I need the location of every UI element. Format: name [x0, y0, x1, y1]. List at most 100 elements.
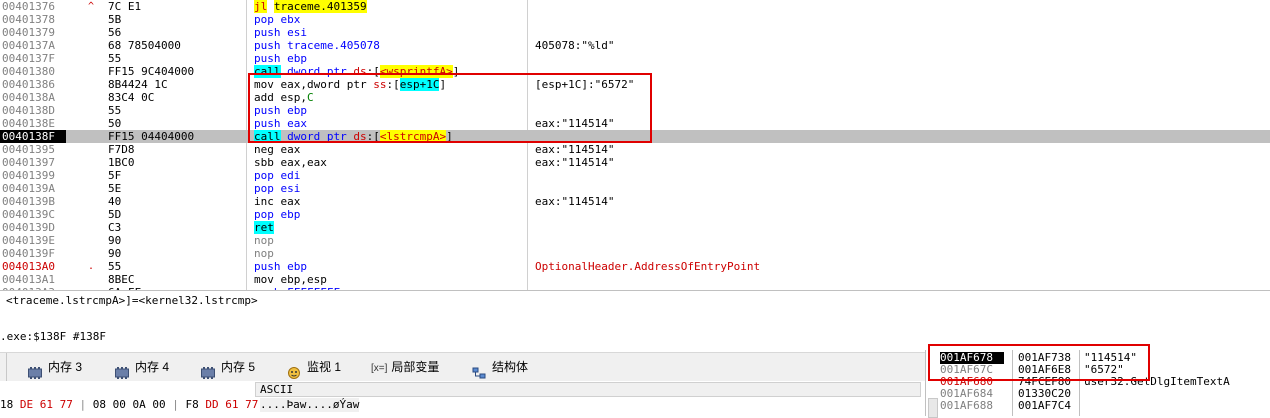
instruction-token: :[: [386, 78, 400, 91]
instruction-token: pop esi: [254, 182, 301, 195]
instruction-token: ds: [353, 65, 367, 78]
instruction-token: ss: [373, 78, 387, 91]
disasm-bytes: 55: [108, 52, 122, 65]
hex-byte: 61: [39, 398, 53, 411]
disasm-instruction: pop edi: [254, 169, 300, 182]
disasm-row[interactable]: 004013A0. 55 push ebp OptionalHeader.Addres…: [0, 260, 1270, 273]
disasm-row[interactable]: 0040139B 40 inc eax eax:"114514": [0, 195, 1270, 208]
disasm-row[interactable]: 0040139C 5D pop ebp: [0, 208, 1270, 221]
memory-icon: [115, 361, 129, 379]
stack-scrollbar[interactable]: [928, 398, 938, 418]
disasm-row[interactable]: 00401397 1BC0 sbb eax,eax eax:"114514": [0, 156, 1270, 169]
disasm-row[interactable]: 00401379 56 push esi: [0, 26, 1270, 39]
disasm-instruction: ret: [254, 221, 274, 234]
disasm-instruction: push ebp: [254, 104, 307, 117]
disasm-row[interactable]: 0040139F 90 nop: [0, 247, 1270, 260]
hex-byte: 00: [112, 398, 126, 411]
disasm-row[interactable]: 0040138D 55 push ebp: [0, 104, 1270, 117]
tab-memory-4[interactable]: 内存 4: [115, 353, 169, 381]
stack-comment: user32.GetDlgItemTextA: [1084, 375, 1230, 388]
disasm-row[interactable]: 0040139A 5E pop esi: [0, 182, 1270, 195]
disasm-row[interactable]: 0040137F 55 push ebp: [0, 52, 1270, 65]
disasm-row[interactable]: 0040139E 90 nop: [0, 234, 1270, 247]
disasm-address: 00401378: [2, 13, 55, 26]
tab-locals[interactable]: [x=] 局部变量: [371, 353, 439, 381]
disasm-instruction: sbb eax,eax: [254, 156, 327, 169]
disasm-row[interactable]: 0040138E 50 push eax eax:"114514": [0, 117, 1270, 130]
disasm-row[interactable]: 0040138A 83C4 0C add esp,C: [0, 91, 1270, 104]
tab-memory-5[interactable]: 内存 5: [201, 353, 255, 381]
disasm-address: 0040137A: [2, 39, 55, 52]
disasm-instruction: push ebp: [254, 52, 307, 65]
disasm-bytes: 90: [108, 234, 122, 247]
hex-byte: 0A: [132, 398, 146, 411]
disasm-instruction: push esi: [254, 26, 307, 39]
disasm-bytes: 8BEC: [108, 273, 135, 286]
instruction-token: dword ptr: [280, 65, 354, 78]
disasm-address: 00401379: [2, 26, 55, 39]
disasm-row[interactable]: 0040138F FF15 04404000 call dword ptr ds:[…: [0, 130, 1270, 143]
locals-icon: [x=]: [371, 363, 388, 374]
disasm-row[interactable]: 00401376 ^ 7C E1 jl traceme.401359: [0, 0, 1270, 13]
disasm-row[interactable]: 0040139D C3 ret: [0, 221, 1270, 234]
disasm-bytes: 5B: [108, 13, 122, 26]
disasm-address: 0040139E: [2, 234, 55, 247]
stack-row[interactable]: 001AF688 001AF7C4: [926, 400, 1270, 412]
disasm-row[interactable]: 00401378 5B pop ebx: [0, 13, 1270, 26]
disasm-comment: eax:"114514": [535, 143, 615, 156]
instruction-token: nop: [254, 247, 274, 260]
hex-separator: [106, 398, 113, 411]
disasm-address: 0040139C: [2, 208, 55, 221]
hex-separator: |: [165, 398, 186, 411]
memory-dump-pane[interactable]: ASCII 18 DE 61 77 | 08 00 0A 00 | F8 DD …: [0, 381, 925, 416]
ascii-column-header: ASCII: [255, 382, 921, 397]
instruction-token: nop: [254, 234, 274, 247]
disasm-row[interactable]: 0040137A 68 78504000 push traceme.405078 40…: [0, 39, 1270, 52]
dump-hex-row[interactable]: 18 DE 61 77 | 08 00 0A 00 | F8 DD 61 77: [0, 398, 258, 412]
instruction-token: push ebp: [254, 52, 307, 65]
stack-value: 001AF7C4: [1018, 399, 1071, 412]
disasm-row[interactable]: 00401395 F7D8 neg eax eax:"114514": [0, 143, 1270, 156]
disasm-address: 00401399: [2, 169, 55, 182]
disasm-bytes: FF15 9C404000: [108, 65, 195, 78]
hex-byte: 77: [59, 398, 73, 411]
hex-byte: F8: [185, 398, 199, 411]
jump-arrow-icon: ^: [88, 1, 95, 12]
instruction-token: :[: [366, 130, 380, 143]
column-separator: [1079, 350, 1080, 416]
hex-byte: DD: [205, 398, 219, 411]
tab-struct[interactable]: 结构体: [472, 353, 528, 381]
hex-separator: |: [72, 398, 93, 411]
disasm-comment: eax:"114514": [535, 156, 615, 169]
hex-separator: [126, 398, 133, 411]
disasm-row[interactable]: 004013A1 8BEC mov ebp,esp: [0, 273, 1270, 286]
disasm-row[interactable]: 00401380 FF15 9C404000 call dword ptr ds:[…: [0, 65, 1270, 78]
instruction-token: traceme.401359: [273, 0, 367, 13]
tab-watch-1[interactable]: 监视 1: [287, 353, 341, 381]
disasm-row[interactable]: 00401386 8B4424 1C mov eax,dword ptr ss:[e…: [0, 78, 1270, 91]
disasm-bytes: 5D: [108, 208, 122, 221]
hex-byte: 77: [245, 398, 259, 411]
disasm-address: 004013A1: [2, 273, 55, 286]
tab-memory-3[interactable]: 内存 3: [28, 353, 82, 381]
tab-label: 结构体: [492, 360, 529, 374]
disassembly-pane[interactable]: 00401376 ^ 7C E1 jl traceme.401359 00401378 5…: [0, 0, 1270, 290]
disasm-row[interactable]: 00401399 5F pop edi: [0, 169, 1270, 182]
disasm-bytes: 7C E1: [108, 0, 142, 13]
disasm-bytes: F7D8: [108, 143, 135, 156]
stack-pane[interactable]: 001AF678 001AF738 "114514" 001AF67C 001AF6E8…: [925, 350, 1270, 418]
instruction-token: ]: [446, 130, 453, 143]
disasm-instruction: pop ebp: [254, 208, 300, 221]
instruction-token: pop ebx: [254, 13, 301, 26]
disasm-instruction: nop: [254, 247, 274, 260]
disasm-instruction: push traceme.405078: [254, 39, 380, 52]
instruction-token: add esp,: [254, 91, 307, 104]
disasm-address: 00401395: [2, 143, 55, 156]
disasm-instruction: nop: [254, 234, 274, 247]
disasm-bytes: FF15 04404000: [108, 130, 195, 143]
disasm-comment: 405078:"%ld": [535, 39, 615, 52]
instruction-token: <wsprintfA>: [379, 65, 453, 78]
disasm-instruction: push ebp: [254, 260, 307, 273]
tab-label: 内存 4: [135, 360, 170, 374]
struct-icon: [472, 361, 486, 379]
